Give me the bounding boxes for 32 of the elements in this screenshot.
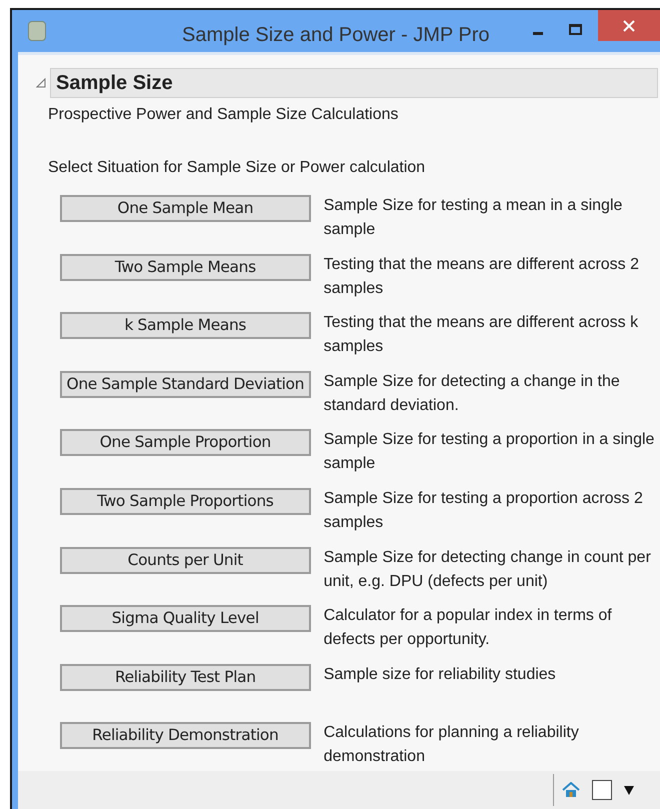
situation-description: Sample Size for detecting change in count per unit, e.g. DPU (defects per unit) (324, 548, 652, 592)
situation-description: Sample Size for detecting a change in the standard deviation. (324, 372, 621, 416)
app-icon (28, 21, 46, 42)
situation-button[interactable]: Two Sample Means (60, 254, 311, 281)
situation-description: Sample size for reliability studies (324, 664, 557, 685)
situation-description: Sample Size for testing a proportion in a single sample (324, 430, 656, 474)
situation-description: Calculations for planning a reliability demonstration (324, 723, 580, 768)
situation-button[interactable]: Sigma Quality Level (60, 605, 311, 632)
checkbox-icon[interactable] (592, 780, 612, 800)
maximize-icon[interactable] (569, 24, 582, 35)
situation-description: Sample Size for testing a mean in a single sample (324, 196, 624, 240)
home-icon[interactable] (562, 782, 580, 798)
situation-button[interactable]: Reliability Test Plan (60, 664, 311, 691)
situation-description: Testing that the means are different across k samples (324, 313, 640, 358)
window-title: Sample Size and Power - JMP Pro (182, 23, 490, 48)
disclosure-icon[interactable] (36, 78, 46, 88)
situation-button[interactable]: One Sample Proportion (60, 429, 311, 456)
situation-description: Sample Size for testing a proportion across 2 samples (324, 489, 644, 534)
close-button[interactable] (598, 10, 660, 41)
close-icon (623, 20, 635, 32)
situation-button[interactable]: Two Sample Proportions (60, 488, 311, 516)
prompt-text: Select Situation for Sample Size or Power calculation (48, 158, 426, 178)
situation-description: Testing that the means are different across 2 samples (324, 254, 640, 299)
section-subtitle: Prospective Power and Sample Size Calculations (48, 105, 400, 126)
situation-button[interactable]: Reliability Demonstration (60, 722, 311, 750)
situation-description: Calculator for a popular index in terms of defects per opportunity. (324, 606, 613, 650)
situation-button[interactable]: One Sample Standard Deviation (60, 370, 311, 398)
section-header: Sample Size (50, 68, 658, 98)
situation-button[interactable]: One Sample Mean (60, 195, 311, 222)
dropdown-icon[interactable] (624, 786, 634, 794)
situation-button[interactable]: k Sample Means (60, 312, 311, 340)
situation-button[interactable]: Counts per Unit (60, 546, 311, 574)
